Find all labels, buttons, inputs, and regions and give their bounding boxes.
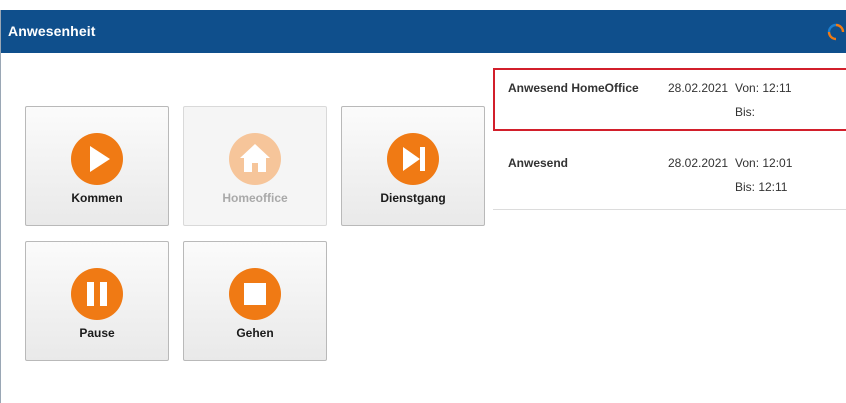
pause-icon xyxy=(71,268,123,320)
homeoffice-button[interactable]: Homeoffice xyxy=(183,106,327,226)
kommen-button[interactable]: Kommen xyxy=(25,106,169,226)
home-icon xyxy=(229,133,281,185)
entry-end: Bis: xyxy=(735,105,756,119)
entry-start: Von: 12:01 xyxy=(735,156,793,170)
entry-end: Bis: 12:11 xyxy=(735,180,788,194)
kommen-label: Kommen xyxy=(71,191,123,205)
entry-type: Anwesend HomeOffice xyxy=(508,81,639,95)
panel-header: Anwesenheit xyxy=(1,10,846,53)
pause-button[interactable]: Pause xyxy=(25,241,169,361)
list-item[interactable]: Anwesend 28.02.2021 Von: 12:01 Bis: 12:1… xyxy=(493,143,846,206)
gehen-label: Gehen xyxy=(236,326,274,340)
list-item[interactable]: Anwesend HomeOffice 28.02.2021 Von: 12:1… xyxy=(493,68,846,131)
skip-forward-icon xyxy=(387,133,439,185)
entry-date: 28.02.2021 xyxy=(668,81,729,95)
play-icon xyxy=(71,133,123,185)
gehen-button[interactable]: Gehen xyxy=(183,241,327,361)
entry-date: 28.02.2021 xyxy=(668,156,729,170)
pause-label: Pause xyxy=(79,326,115,340)
entry-divider xyxy=(493,209,846,210)
attendance-panel: Anwesenheit Kommen Homeoffice Dienstgang xyxy=(0,10,846,403)
dienstgang-button[interactable]: Dienstgang xyxy=(341,106,485,226)
refresh-icon[interactable] xyxy=(827,23,845,41)
panel-title: Anwesenheit xyxy=(8,23,96,39)
entry-type: Anwesend xyxy=(508,156,569,170)
dienstgang-label: Dienstgang xyxy=(380,191,446,205)
stop-icon xyxy=(229,268,281,320)
homeoffice-label: Homeoffice xyxy=(222,191,288,205)
entry-start: Von: 12:11 xyxy=(735,81,792,95)
